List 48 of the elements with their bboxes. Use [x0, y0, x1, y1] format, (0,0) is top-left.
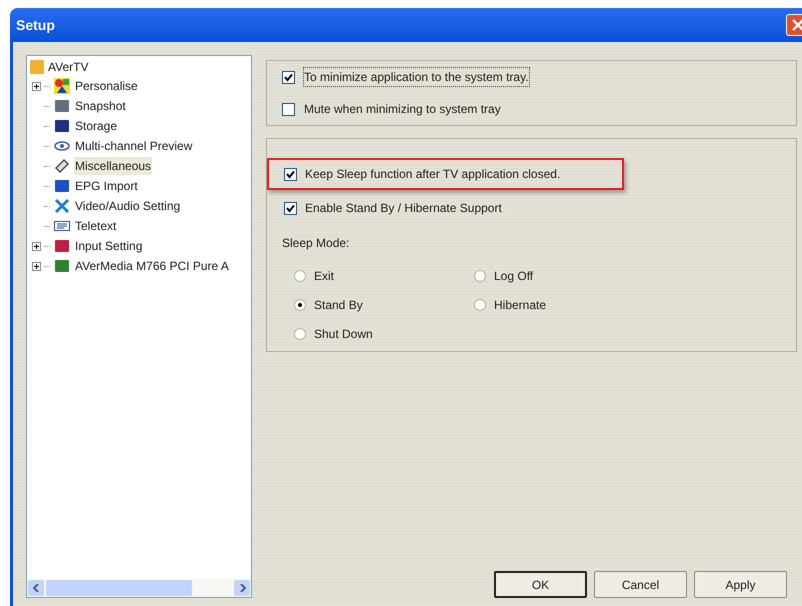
close-icon [792, 19, 802, 31]
scroll-right-button[interactable] [234, 580, 250, 596]
radio-label[interactable]: Hibernate [494, 296, 546, 314]
expand-icon[interactable] [32, 82, 40, 90]
radio-button[interactable] [474, 270, 486, 282]
radio-button[interactable] [294, 298, 306, 310]
expand-icon[interactable] [32, 242, 40, 250]
checkbox-label[interactable]: Mute when minimizing to system tray [303, 99, 502, 119]
scroll-left-button[interactable] [28, 580, 44, 596]
tag-icon [54, 158, 70, 174]
expand-icon[interactable] [32, 262, 40, 270]
dialog-button[interactable]: Cancel [594, 571, 687, 598]
sleep-mode-label: Sleep Mode: [282, 235, 350, 252]
tree-item[interactable]: Teletext [74, 217, 118, 235]
tree-item[interactable]: Storage [74, 117, 118, 135]
tree-item[interactable]: Input Setting [74, 237, 144, 255]
checkbox[interactable] [284, 168, 297, 180]
checkbox-label[interactable]: To minimize application to the system tray. [303, 67, 530, 87]
tree-item[interactable]: Personalise [74, 77, 139, 95]
checkbox-label[interactable]: Keep Sleep function after TV application closed. [305, 165, 560, 183]
checkbox-label[interactable]: Enable Stand By / Hibernate Support [305, 199, 502, 217]
window-title: Setup [16, 16, 55, 35]
radio-label[interactable]: Stand By [314, 296, 363, 314]
tree-item[interactable]: Video/Audio Setting [74, 197, 182, 215]
document-icon [54, 221, 70, 231]
check-icon [284, 72, 293, 82]
check-icon [286, 204, 295, 212]
radio-button[interactable] [294, 328, 306, 340]
check-icon [286, 170, 295, 178]
radio-label[interactable]: Log Off [494, 266, 534, 284]
tree-item[interactable]: Miscellaneous [74, 157, 152, 175]
radio-button[interactable] [474, 298, 486, 310]
tree-item[interactable]: Multi-channel Preview [74, 137, 194, 155]
checkbox[interactable] [284, 202, 297, 214]
checkbox[interactable] [282, 70, 295, 84]
radio-label[interactable]: Shut Down [314, 324, 373, 342]
scroll-thumb[interactable] [46, 580, 192, 596]
dialog-button[interactable]: Apply [694, 571, 787, 598]
tree-item[interactable]: AVerMedia M766 PCI Pure A [74, 257, 230, 275]
horizontal-scrollbar[interactable] [27, 579, 251, 597]
palette-icon [54, 78, 70, 94]
radio-button[interactable] [294, 270, 306, 282]
tree-item[interactable]: EPG Import [74, 177, 139, 195]
radio-label[interactable]: Exit [314, 266, 334, 284]
dialog-button[interactable]: OK [494, 571, 587, 598]
checkbox[interactable] [282, 102, 295, 116]
tree-item[interactable]: Snapshot [74, 97, 127, 115]
tree-item[interactable]: AVerTV [48, 58, 88, 76]
